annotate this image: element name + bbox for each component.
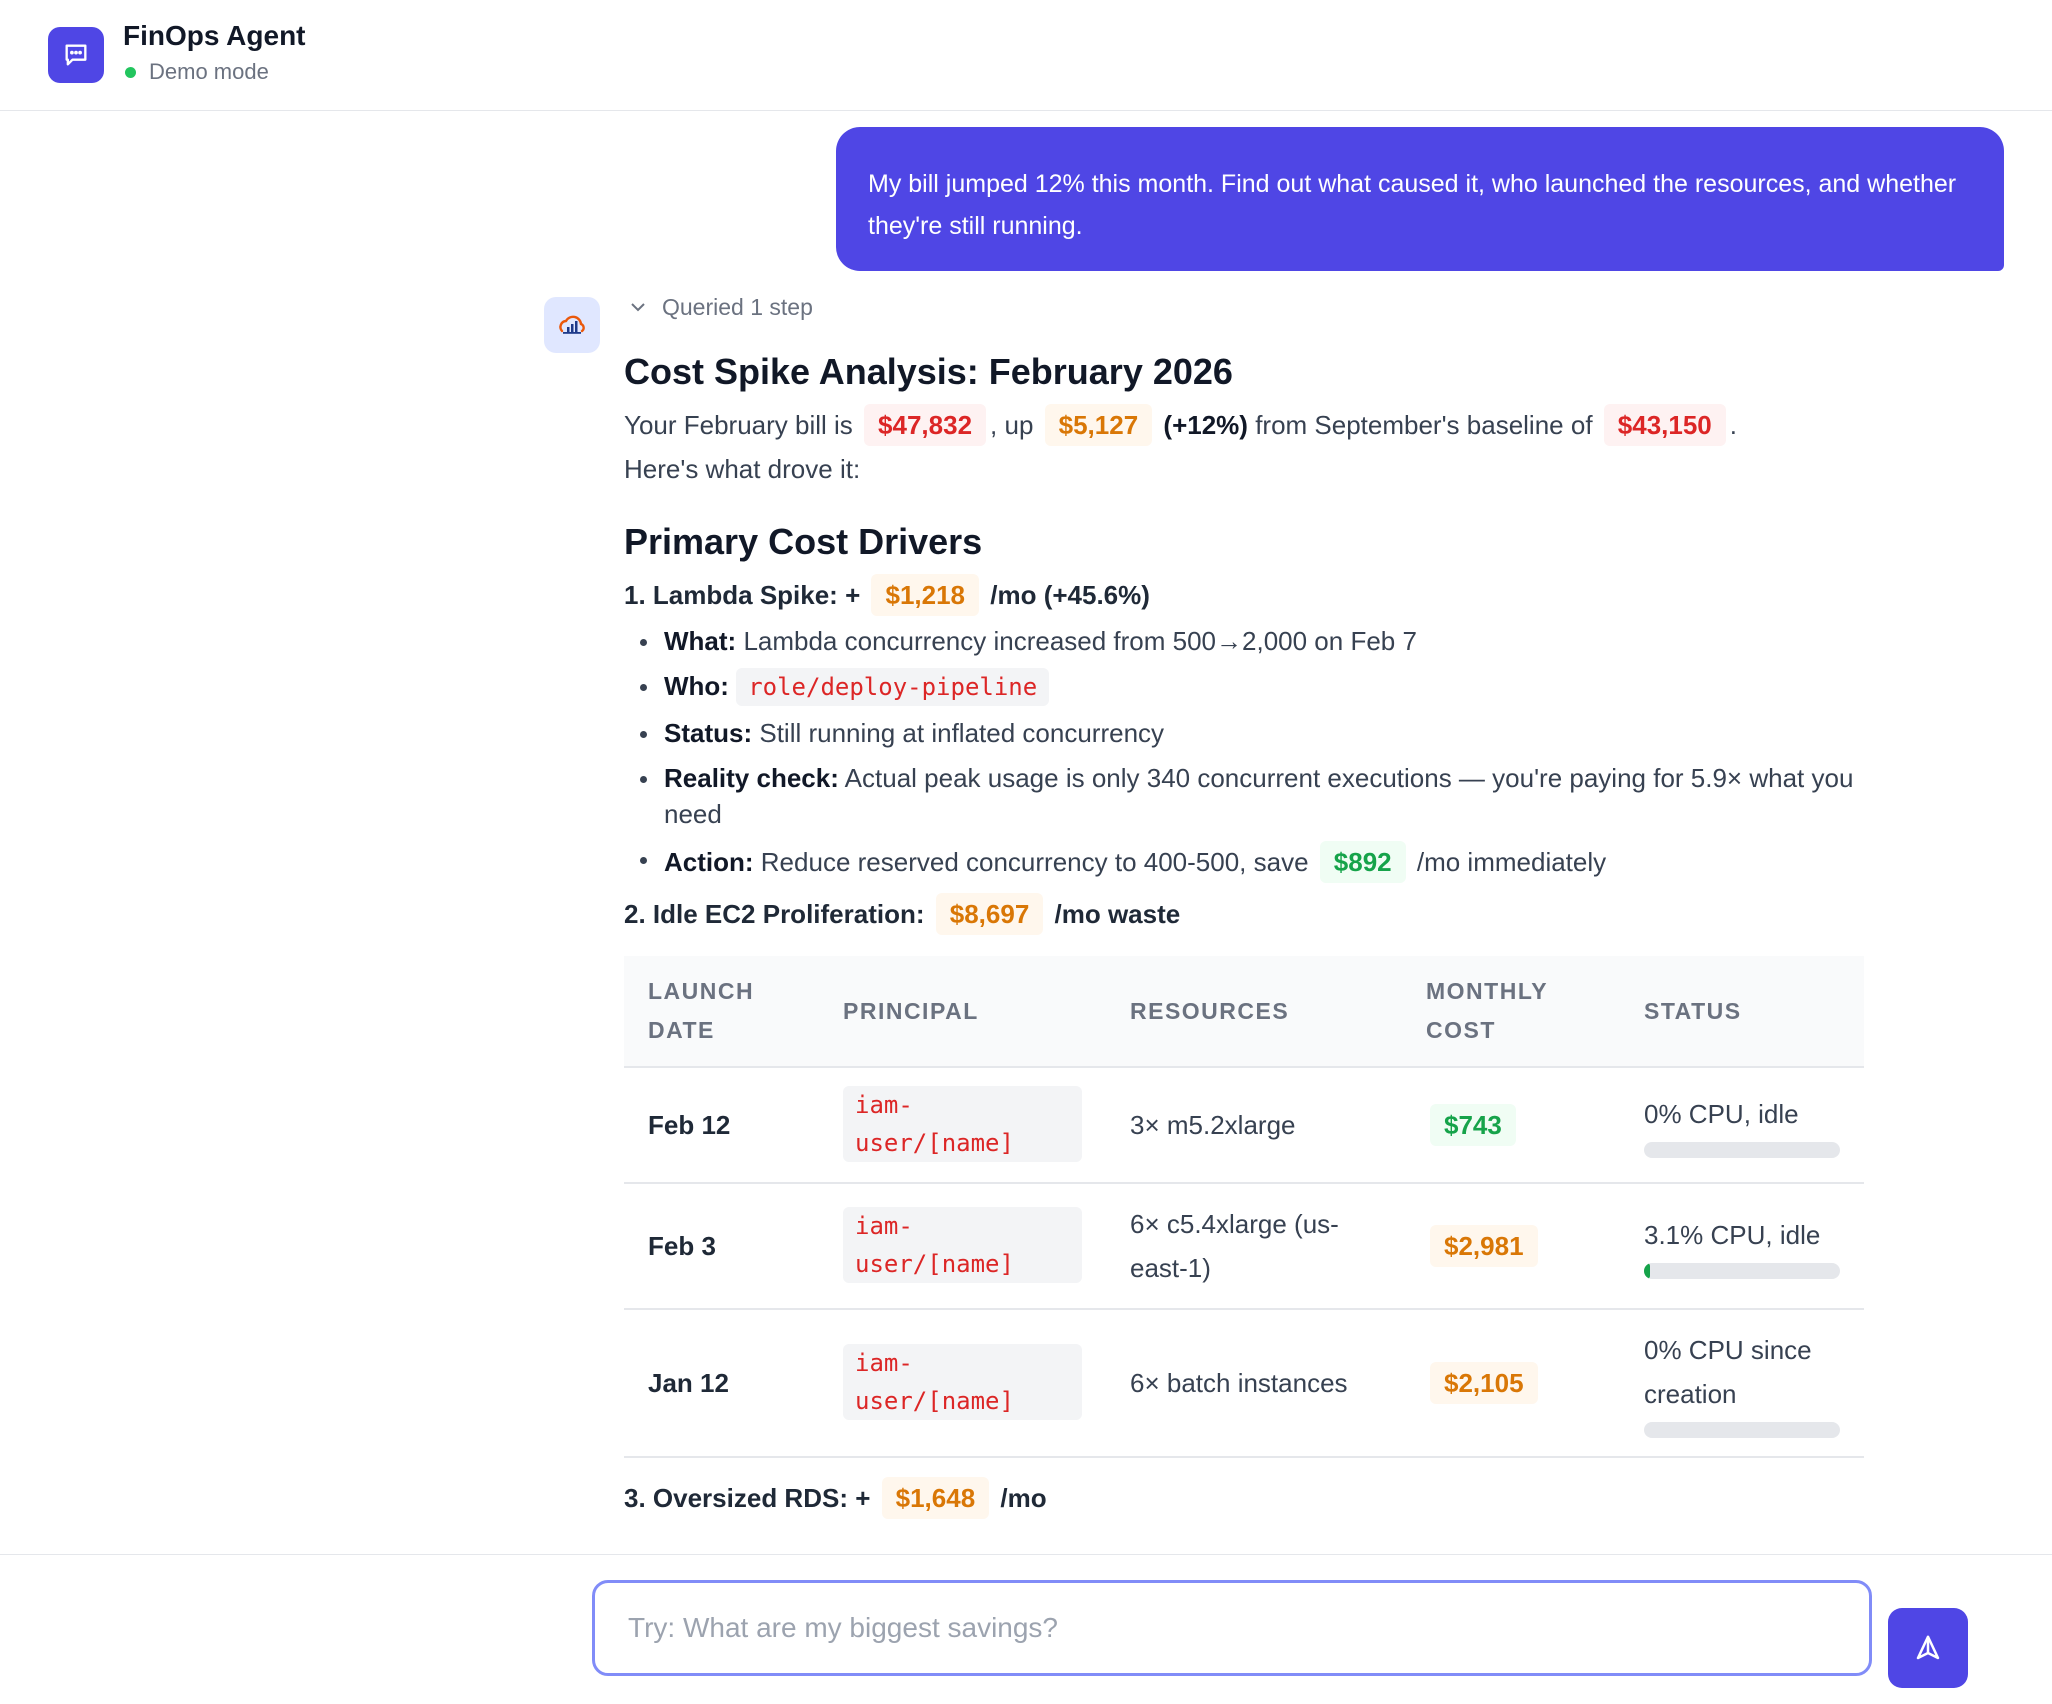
table-row: Jan 12 iam-user/[name] 6× batch instance… xyxy=(624,1309,1864,1458)
principal-code: role/deploy-pipeline xyxy=(736,668,1050,706)
increase-amount-badge: $5,127 xyxy=(1044,404,1153,446)
driver-suffix: /mo xyxy=(1000,1483,1047,1513)
steps-label: Queried 1 step xyxy=(662,293,813,320)
driver-suffix: /mo waste xyxy=(1054,899,1181,929)
send-icon xyxy=(1916,1635,1940,1660)
list-item: Status: Still running at inflated concur… xyxy=(624,715,1864,751)
lambda-amount-badge: $1,218 xyxy=(871,574,980,616)
principal-code: iam-user/[name] xyxy=(843,1086,1082,1162)
principal-cell: iam-user/[name] xyxy=(819,1183,1106,1310)
column-header: RESOURCES xyxy=(1106,956,1402,1068)
list-item: Reality check: Actual peak usage is only… xyxy=(624,760,1864,832)
cost-cell: $2,105 xyxy=(1402,1309,1620,1458)
message-input[interactable] xyxy=(592,1580,1872,1676)
cost-badge: $743 xyxy=(1430,1104,1516,1146)
launch-date: Feb 3 xyxy=(624,1183,819,1310)
status-dot-icon xyxy=(125,66,136,78)
intro-text: Your February bill is xyxy=(624,410,853,440)
column-header: PRINCIPAL xyxy=(819,956,1106,1068)
status-cell: 0% CPU since creation xyxy=(1620,1309,1864,1458)
cpu-usage-bar xyxy=(1644,1422,1840,1438)
chat-thread[interactable]: My bill jumped 12% this month. Find out … xyxy=(0,112,2052,1554)
principal-code: iam-user/[name] xyxy=(843,1207,1082,1283)
status-cell: 0% CPU, idle xyxy=(1620,1067,1864,1184)
status-text: 0% CPU, idle xyxy=(1644,1099,1799,1129)
app-title: FinOps Agent xyxy=(123,20,306,51)
column-header: STATUS xyxy=(1620,956,1864,1068)
bullet-text: Reduce reserved concurrency to 400-500, … xyxy=(760,847,1309,877)
list-item: What: Lambda concurrency increased from … xyxy=(624,623,1864,659)
status-text: 0% CPU since creation xyxy=(1644,1335,1812,1409)
composer xyxy=(0,1554,2052,1704)
launch-date: Jan 12 xyxy=(624,1309,819,1458)
bullet-label: Status: xyxy=(664,718,753,748)
cost-badge: $2,105 xyxy=(1430,1362,1538,1404)
column-header: LAUNCH DATE xyxy=(624,956,819,1068)
lambda-details-list: What: Lambda concurrency increased from … xyxy=(624,623,1864,883)
cpu-usage-bar xyxy=(1644,1142,1840,1158)
table-row: Feb 12 iam-user/[name] 3× m5.2xlarge $74… xyxy=(624,1067,1864,1184)
intro-text: . xyxy=(1729,410,1737,440)
ec2-amount-badge: $8,697 xyxy=(935,893,1044,935)
analysis-title: Cost Spike Analysis: February 2026 xyxy=(624,351,1233,392)
table-header-row: LAUNCH DATE PRINCIPAL RESOURCES MONTHLY … xyxy=(624,956,1864,1068)
bullet-label: Action: xyxy=(664,847,754,877)
baseline-amount-badge: $43,150 xyxy=(1603,404,1726,446)
assistant-message: Queried 1 step Cost Spike Analysis: Febr… xyxy=(624,287,1864,1520)
cost-badge: $2,981 xyxy=(1430,1225,1538,1267)
column-header: MONTHLY COST xyxy=(1402,956,1620,1068)
intro-text: , up xyxy=(990,410,1034,440)
chat-icon xyxy=(48,27,104,83)
cpu-usage-bar xyxy=(1644,1263,1840,1279)
steps-toggle[interactable]: Queried 1 step xyxy=(628,287,1864,327)
driver-ec2-heading: 2. Idle EC2 Proliferation: $8,697 /mo wa… xyxy=(624,892,1864,936)
bullet-label: What: xyxy=(664,626,737,656)
resources-cell: 6× c5.4xlarge (us-east-1) xyxy=(1106,1183,1402,1310)
bullet-text: /mo immediately xyxy=(1416,847,1607,877)
driver-rds-heading: 3. Oversized RDS: + $1,648 /mo xyxy=(624,1476,1864,1520)
cost-cell: $2,981 xyxy=(1402,1183,1620,1310)
mode-indicator: Demo mode xyxy=(123,59,269,85)
bullet-label: Who: xyxy=(664,671,729,701)
increase-percent: (+12%) xyxy=(1163,410,1248,440)
bullet-text: Still running at inflated concurrency xyxy=(759,718,1165,748)
list-item: Action: Reduce reserved concurrency to 4… xyxy=(624,841,1864,883)
table-row: Feb 3 iam-user/[name] 6× c5.4xlarge (us-… xyxy=(624,1183,1864,1310)
mode-label: Demo mode xyxy=(149,59,269,84)
driver-lambda-heading: 1. Lambda Spike: + $1,218 /mo (+45.6%) xyxy=(624,573,1864,617)
bullet-text: Lambda concurrency increased from 500→2,… xyxy=(743,626,1417,656)
bullet-label: Reality check: xyxy=(664,763,839,793)
principal-cell: iam-user/[name] xyxy=(819,1067,1106,1184)
status-cell: 3.1% CPU, idle xyxy=(1620,1183,1864,1310)
rds-amount-badge: $1,648 xyxy=(881,1477,990,1519)
bill-amount-badge: $47,832 xyxy=(864,404,987,446)
drivers-heading: Primary Cost Drivers xyxy=(624,521,983,562)
resources-cell: 6× batch instances xyxy=(1106,1309,1402,1458)
driver-label: 1. Lambda Spike: + xyxy=(624,580,861,610)
bullet-text: Actual peak usage is only 340 concurrent… xyxy=(664,763,1854,829)
driver-label: 3. Oversized RDS: + xyxy=(624,1483,871,1513)
savings-amount-badge: $892 xyxy=(1319,841,1406,883)
principal-cell: iam-user/[name] xyxy=(819,1309,1106,1458)
intro-text: Here's what drove it: xyxy=(624,454,861,484)
cpu-usage-fill xyxy=(1644,1263,1651,1279)
cost-cell: $743 xyxy=(1402,1067,1620,1184)
list-item: Who: role/deploy-pipeline xyxy=(624,668,1864,706)
send-button[interactable] xyxy=(1888,1608,1968,1688)
intro-paragraph: Your February bill is $47,832, up $5,127… xyxy=(624,403,1864,491)
resources-cell: 3× m5.2xlarge xyxy=(1106,1067,1402,1184)
chart-cloud-icon xyxy=(544,297,600,353)
launch-date: Feb 12 xyxy=(624,1067,819,1184)
status-text: 3.1% CPU, idle xyxy=(1644,1220,1821,1250)
driver-label: 2. Idle EC2 Proliferation: xyxy=(624,899,925,929)
idle-ec2-table: LAUNCH DATE PRINCIPAL RESOURCES MONTHLY … xyxy=(624,956,1864,1458)
user-message: My bill jumped 12% this month. Find out … xyxy=(836,127,2004,271)
driver-suffix: /mo (+45.6%) xyxy=(990,580,1150,610)
principal-code: iam-user/[name] xyxy=(843,1344,1082,1420)
intro-text: from September's baseline of xyxy=(1255,410,1593,440)
app-header: FinOps Agent Demo mode xyxy=(0,0,2052,111)
chevron-down-icon xyxy=(631,303,645,312)
